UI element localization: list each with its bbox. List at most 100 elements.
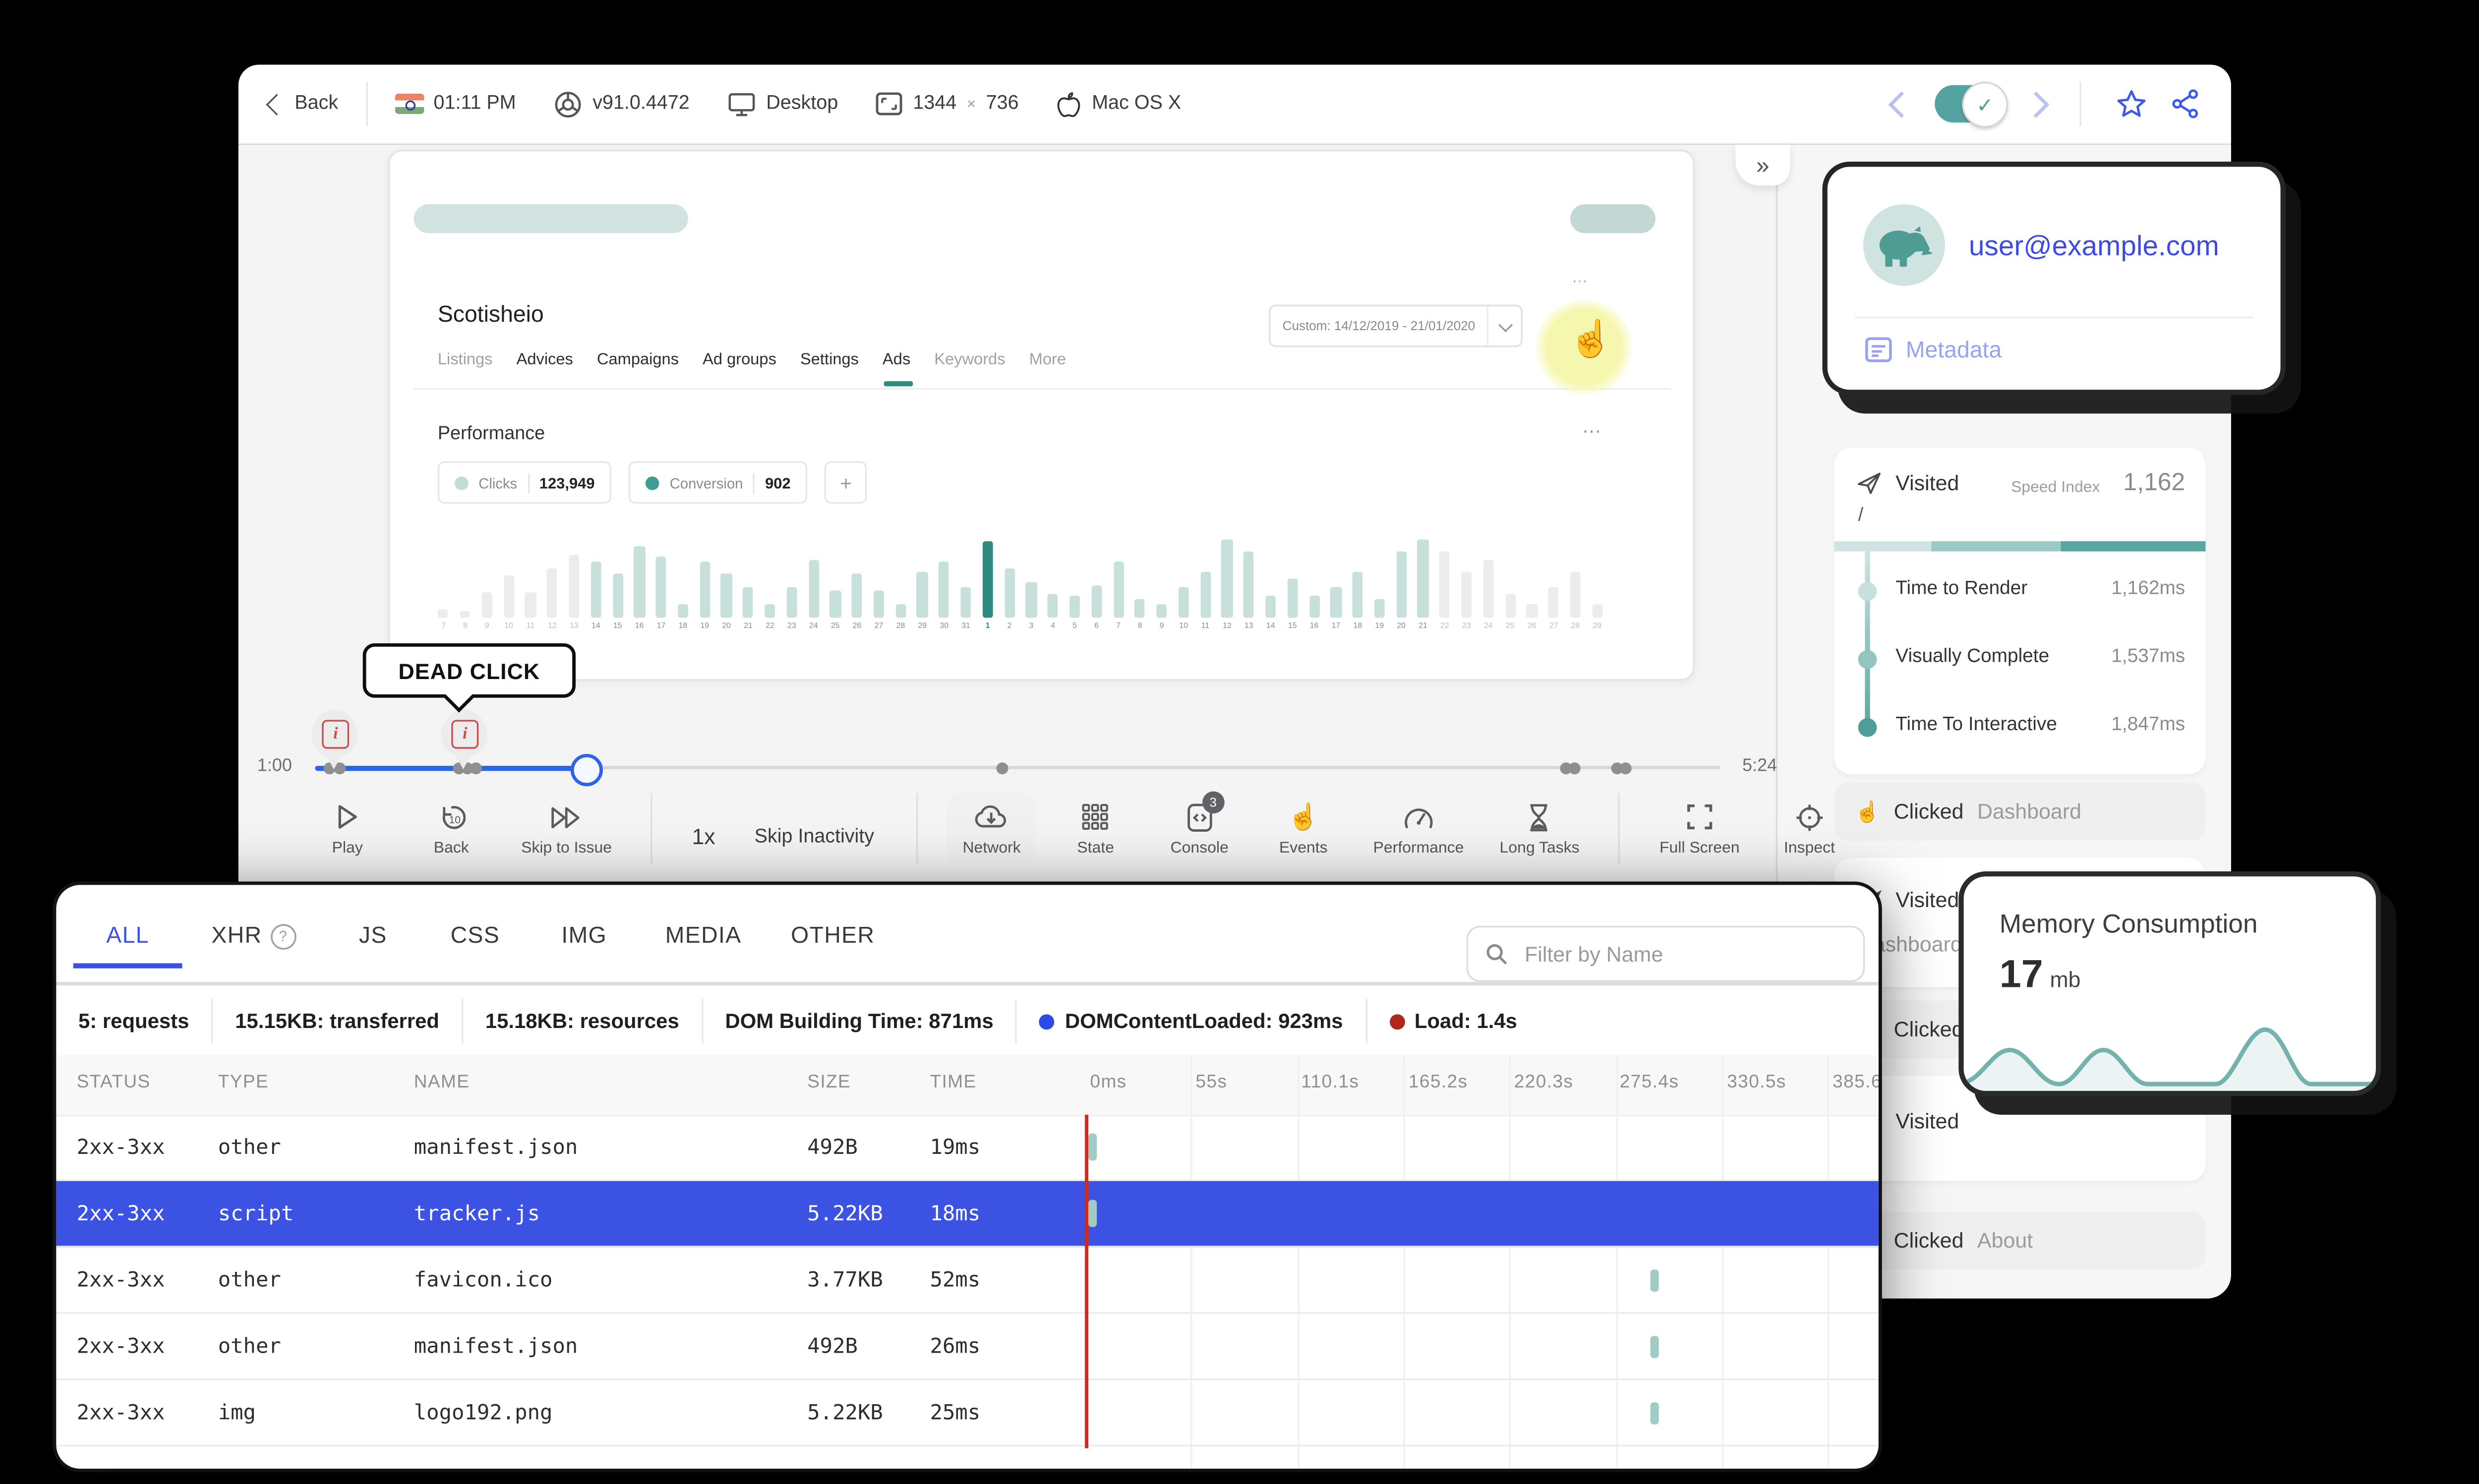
chart-bar: 1	[977, 512, 999, 631]
collapse-sidebar-button[interactable]: »	[1735, 144, 1790, 186]
performance-panel-button[interactable]: Performance	[1363, 793, 1474, 864]
chart-bar: 24	[803, 512, 825, 631]
help-icon[interactable]: ?	[270, 923, 296, 949]
date-range-value: Custom: 14/12/2019 - 21/01/2020	[1282, 318, 1476, 334]
full-screen-button[interactable]: Full Screen	[1650, 793, 1750, 864]
events-panel-button[interactable]: ☝ Events	[1259, 793, 1348, 864]
chart-bar: 28	[1565, 512, 1587, 631]
skeleton-url-bar	[413, 204, 688, 233]
long-tasks-panel-button[interactable]: Long Tasks	[1489, 793, 1590, 864]
tab-media[interactable]: MEDIA	[639, 906, 768, 965]
tab-ad-groups[interactable]: Ad groups	[703, 350, 776, 369]
skip-to-issue-button[interactable]: Skip to Issue	[511, 793, 622, 864]
gauge-icon	[1403, 801, 1434, 832]
waterfall-bar	[1088, 1199, 1096, 1227]
chart-bar: 24	[1477, 512, 1499, 631]
next-session-button[interactable]	[2022, 90, 2050, 117]
table-row[interactable]: 2xx-3xx other manifest.json 492B 26ms	[56, 1314, 1879, 1380]
network-panel-button[interactable]: Network	[947, 793, 1036, 865]
console-panel-button[interactable]: 3 Console	[1155, 791, 1244, 864]
table-row[interactable]: 2xx-3xx other manifest.json 492B 19ms	[56, 1115, 1879, 1181]
tab-campaigns[interactable]: Campaigns	[597, 350, 679, 369]
tab-img[interactable]: IMG	[530, 906, 639, 965]
user-email[interactable]: user@example.com	[1969, 231, 2219, 264]
chart-bar: 11	[1194, 512, 1216, 631]
chart-bar: 21	[737, 512, 759, 631]
section-more-icon[interactable]: ⋯	[1582, 420, 1602, 443]
hand-pointer-icon: ☝	[1287, 802, 1319, 832]
autoplay-toggle[interactable]: ✓	[1935, 81, 2008, 128]
tab-js[interactable]: JS	[325, 906, 420, 965]
pointer-cursor-icon: ☝	[1567, 319, 1614, 360]
play-button[interactable]: Play	[303, 793, 392, 864]
chart-bar: 22	[759, 512, 781, 631]
issue-marker[interactable]: i	[311, 709, 358, 769]
tab-ads[interactable]: Ads	[883, 350, 914, 387]
cell-name: manifest.json	[413, 1334, 578, 1358]
table-row[interactable]: 2xx-3xx img logo192.png 5.22KB 25ms	[56, 1380, 1879, 1447]
waterfall-bar	[1650, 1269, 1658, 1292]
timeline-scrubber[interactable]	[570, 754, 603, 787]
event-marker[interactable]	[996, 762, 1008, 775]
playback-speed-button[interactable]: 1x	[682, 823, 725, 849]
filter-input[interactable]	[1521, 940, 1846, 968]
console-icon: 3	[1187, 791, 1225, 832]
hand-pointer-icon: ☝	[1854, 799, 1881, 824]
event-marker[interactable]	[1619, 762, 1632, 775]
kpi-conversion[interactable]: Conversion 902	[629, 461, 808, 504]
share-icon[interactable]	[2172, 89, 2200, 119]
event-row-clicked-dashboard[interactable]: ☝ Clicked Dashboard	[1834, 783, 2206, 841]
crosshair-icon	[1795, 801, 1824, 832]
add-kpi-button[interactable]: +	[825, 461, 868, 504]
skip-inactivity-button[interactable]: Skip Inactivity	[741, 826, 887, 847]
chart-bar: 20	[1390, 512, 1412, 631]
tab-settings[interactable]: Settings	[800, 350, 859, 369]
chart-bar: 10	[1173, 512, 1194, 631]
tab-xhr[interactable]: XHR?	[182, 906, 326, 966]
table-row[interactable]: 2xx-3xx script tracker.js 5.22KB 18ms	[56, 1181, 1879, 1248]
chart-bar: 9	[476, 512, 498, 631]
chart-bar: 16	[629, 512, 650, 631]
rhino-icon	[1879, 226, 1933, 267]
back-10s-button[interactable]: 10 Back	[407, 793, 496, 864]
country-flag-icon	[394, 93, 423, 114]
favorite-star-icon[interactable]	[2115, 89, 2147, 119]
back-button[interactable]: Back	[266, 93, 338, 115]
tab-css[interactable]: CSS	[420, 906, 530, 965]
tab-keywords[interactable]: Keywords	[934, 350, 1005, 369]
inspect-button[interactable]: Inspect	[1765, 793, 1854, 864]
date-range-select[interactable]: Custom: 14/12/2019 - 21/01/2020	[1269, 304, 1523, 347]
cloud-download-icon	[975, 801, 1009, 832]
section-title: Performance	[437, 423, 545, 445]
event-marker[interactable]	[1568, 762, 1581, 775]
state-panel-button[interactable]: State	[1051, 793, 1140, 864]
tab-other[interactable]: OTHER	[768, 906, 897, 965]
tab-more[interactable]: More	[1029, 350, 1066, 369]
previous-session-button[interactable]	[1888, 90, 1915, 117]
divider	[365, 81, 367, 126]
conversion-dot-icon	[646, 475, 660, 490]
chart-bar: 17	[650, 512, 672, 631]
network-summary-bar: 5: requests 15.15KB: transferred 15.18KB…	[56, 987, 1539, 1055]
red-dot-icon	[1389, 1013, 1405, 1029]
event-row-clicked-about[interactable]: ☝ Clicked About	[1834, 1211, 2206, 1270]
metadata-button[interactable]: Metadata	[1865, 337, 2002, 362]
tab-all[interactable]: ALL	[73, 906, 182, 969]
chart-bar: 5	[1064, 512, 1086, 631]
issue-marker[interactable]: i	[441, 709, 487, 769]
tab-listings[interactable]: Listings	[438, 350, 493, 369]
issue-info-icon: i	[451, 720, 479, 749]
transferred-size: 15.15KB: transferred	[213, 999, 464, 1043]
player-controls: Play 10 Back Skip to Issue 1x Skip Inact…	[303, 791, 1854, 865]
tab-advices[interactable]: Advices	[517, 350, 573, 369]
chart-bar: 7	[433, 512, 455, 631]
chevrons-right-icon: »	[1756, 151, 1770, 179]
visited-event-card[interactable]: Visited Speed Index 1,162 / Time to Rend…	[1834, 448, 2206, 775]
chart-bar: 3	[1020, 512, 1042, 631]
tabs-divider	[56, 982, 1879, 985]
table-row[interactable]: 2xx-3xx other favicon.ico 3.77KB 52ms	[56, 1248, 1879, 1314]
divider	[2079, 81, 2081, 126]
kpi-clicks[interactable]: Clicks 123,949	[437, 461, 612, 504]
browser-version: v91.0.4472	[553, 89, 690, 118]
cell-size: 492B	[807, 1135, 858, 1159]
